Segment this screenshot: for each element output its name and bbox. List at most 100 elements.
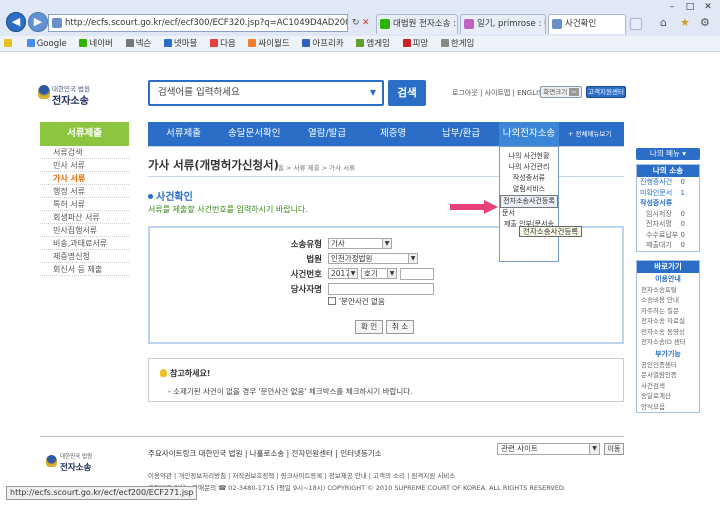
guide-link[interactable]: 전자소송ID 센터 xyxy=(637,337,699,348)
favorite-item[interactable]: 다음 xyxy=(210,39,236,49)
new-tab-icon[interactable] xyxy=(630,18,642,30)
case-kind-select[interactable]: 호기 ▼ xyxy=(361,268,397,279)
favorite-item[interactable]: 한게임 xyxy=(440,39,474,49)
guide-link[interactable]: 전자소송 동영상 xyxy=(637,327,699,338)
guide-link[interactable]: 전자소송포털 xyxy=(637,285,699,296)
favorites-bar: Google 네이버 넥슨 넷마블 다음 싸이월드 아프리카 엠게임 피망 한게… xyxy=(0,36,720,52)
left-nav-item[interactable]: 회생파산 서류 xyxy=(40,211,129,224)
search-button[interactable]: 검색 xyxy=(388,80,426,106)
favorite-item[interactable]: 네이버 xyxy=(79,39,113,49)
related-site-value: 관련 사이트 xyxy=(501,444,538,453)
breadcrumb: 홈 > 서류 제출 > 가사 서류 xyxy=(278,164,356,172)
footer-policy-links[interactable]: 이용약관 | 개인정보처리방침 | 저작권보호정책 | 링크사이트등록 | 정보… xyxy=(148,470,455,480)
address-bar[interactable]: http://ecfs.scourt.go.kr/ecf/ecf300/ECF3… xyxy=(48,14,348,32)
favorite-item[interactable]: 넥슨 xyxy=(125,39,151,49)
site-logo[interactable]: 대한민국 법원 전자소송 xyxy=(38,82,108,108)
cancel-button[interactable]: 취 소 xyxy=(386,320,414,334)
refresh-icon[interactable]: ↻ xyxy=(352,18,360,28)
chevron-down-icon[interactable]: ▼ xyxy=(370,82,376,104)
left-nav-item[interactable]: 회신서 등 제출 xyxy=(40,263,129,276)
no-case-checkbox[interactable] xyxy=(328,297,336,305)
nav-item-submit[interactable]: 서류제출 xyxy=(166,122,201,146)
favorite-item[interactable]: 엠게임 xyxy=(356,39,390,49)
nav-item-delivery[interactable]: 송달문서확인 xyxy=(228,122,280,146)
favorite-item[interactable]: 싸이월드 xyxy=(248,39,290,49)
extra-link[interactable]: 사건검색 xyxy=(637,381,699,392)
top-links[interactable]: 로그아웃 | 사이트맵 | ENGLISH xyxy=(452,88,548,98)
footer-divider xyxy=(40,436,624,437)
row-label: 수수료납부 xyxy=(646,230,679,239)
dropdown-item-highlighted[interactable]: 전자소송사건등록 xyxy=(500,195,558,208)
blog-favicon-icon xyxy=(464,19,474,29)
drafts-subtitle[interactable]: 작성중서류 xyxy=(637,198,699,209)
draft-row[interactable]: 수수료납부 0 xyxy=(637,230,699,241)
extra-link[interactable]: 송달료계산 xyxy=(637,391,699,402)
search-placeholder: 검색어를 입력하세요 xyxy=(158,87,240,98)
extra-link[interactable]: 문서열람인증 xyxy=(637,370,699,381)
case-number-input[interactable] xyxy=(400,268,434,280)
guide-link[interactable]: 전자소송 자료실 xyxy=(637,316,699,327)
left-nav-item[interactable]: 민사집행서류 xyxy=(40,224,129,237)
all-menu-link[interactable]: + 전체메뉴보기 xyxy=(568,122,611,146)
dropdown-item[interactable]: 나의 사건현황 xyxy=(500,151,558,162)
my-menu-button[interactable]: 나의 메뉴 ▾ xyxy=(636,148,700,160)
left-nav: 서류제출 서류검색 민사 서류 가사 서류 행정 서류 특허 서류 회생파산 서… xyxy=(40,122,129,276)
nav-item-certificate[interactable]: 제증명 xyxy=(380,122,406,146)
back-icon[interactable]: ◀ xyxy=(6,12,26,32)
dropdown-item[interactable]: 문서 xyxy=(500,208,558,219)
nav-item-payment[interactable]: 납부/환급 xyxy=(442,122,480,146)
nav-item-my-litigation[interactable]: 나의전자소송 xyxy=(499,122,559,146)
draft-row[interactable]: 임시저장 0 xyxy=(637,209,699,220)
left-nav-item[interactable]: 제증명신청 xyxy=(40,250,129,263)
favorite-item[interactable]: 아프리카 xyxy=(302,39,344,49)
tab-2[interactable]: 일기, primrose : 네이... xyxy=(460,14,546,34)
row-count: 0 xyxy=(680,230,685,239)
left-nav-item[interactable]: 특허 서류 xyxy=(40,198,129,211)
google-icon xyxy=(26,39,35,47)
footer-links[interactable]: 주요사이트링크 대한민국 법원 | 나홀로소송 | 전자민원센터 | 인터넷등기… xyxy=(148,448,382,459)
dropdown-item[interactable]: 작성중서류 xyxy=(500,173,558,184)
case-number-label: 사건번호 xyxy=(290,270,322,280)
related-site-select[interactable]: 관련 사이트 ▼ xyxy=(497,443,600,455)
search-input[interactable]: 검색어를 입력하세요 ▼ xyxy=(148,80,384,106)
extra-link[interactable]: 양식모음 xyxy=(637,402,699,413)
home-icon[interactable]: ⌂ xyxy=(660,16,667,29)
favorites-star-icon[interactable]: ★ xyxy=(680,16,690,29)
confirm-button[interactable]: 확 인 xyxy=(355,320,383,334)
extra-link[interactable]: 공인인증센터 xyxy=(637,360,699,371)
draft-row[interactable]: 전자서명 0 xyxy=(637,219,699,230)
litigation-row[interactable]: 미확인문서 1 xyxy=(637,188,699,199)
dropdown-item[interactable]: 나의 사건관리 xyxy=(500,162,558,173)
left-nav-item[interactable]: 민사 서류 xyxy=(40,159,129,172)
case-type-select[interactable]: 가사 ▼ xyxy=(328,238,392,249)
guide-link[interactable]: 소송비용 안내 xyxy=(637,295,699,306)
settings-gear-icon[interactable]: ⚙ xyxy=(700,16,710,29)
guide-title: 이용안내 xyxy=(655,274,681,283)
forward-icon[interactable]: ▶ xyxy=(28,12,48,32)
dropdown-item[interactable]: 알림서비스 xyxy=(500,184,558,195)
party-name-input[interactable] xyxy=(328,283,434,295)
court-value: 인천가정법원 xyxy=(331,254,373,263)
go-button[interactable]: 이동 xyxy=(604,443,624,455)
tab-3-active[interactable]: 사건확인 xyxy=(548,14,626,34)
left-nav-item[interactable]: 서류검색 xyxy=(40,146,129,159)
left-nav-item[interactable]: 행정 서류 xyxy=(40,185,129,198)
case-type-value: 가사 xyxy=(331,239,345,248)
favorite-item[interactable] xyxy=(4,39,14,49)
tab-1[interactable]: 대법원 전자소송 : 네... xyxy=(376,14,458,34)
court-select[interactable]: 인천가정법원 ▼ xyxy=(328,253,418,264)
nav-item-view-issue[interactable]: 열람/발급 xyxy=(308,122,346,146)
font-size-control[interactable]: 화면크기 − xyxy=(540,86,582,98)
case-year-select[interactable]: 2017 ▼ xyxy=(328,268,358,279)
favorite-item[interactable]: Google xyxy=(26,39,67,49)
left-nav-item[interactable]: 비송,과태료서류 xyxy=(40,237,129,250)
guide-link[interactable]: 자주하는 질문 xyxy=(637,306,699,317)
draft-row[interactable]: 제출대기 0 xyxy=(637,240,699,251)
customer-center-button[interactable]: 고객지원센터 xyxy=(586,86,626,98)
litigation-row[interactable]: 진행중사건 0 xyxy=(637,177,699,188)
stop-icon[interactable]: ✕ xyxy=(362,18,370,28)
logo-title: 전자소송 xyxy=(52,96,89,107)
left-nav-item-active[interactable]: 가사 서류 xyxy=(40,172,129,185)
favorite-item[interactable]: 넷마블 xyxy=(163,39,197,49)
favorite-item[interactable]: 피망 xyxy=(402,39,428,49)
